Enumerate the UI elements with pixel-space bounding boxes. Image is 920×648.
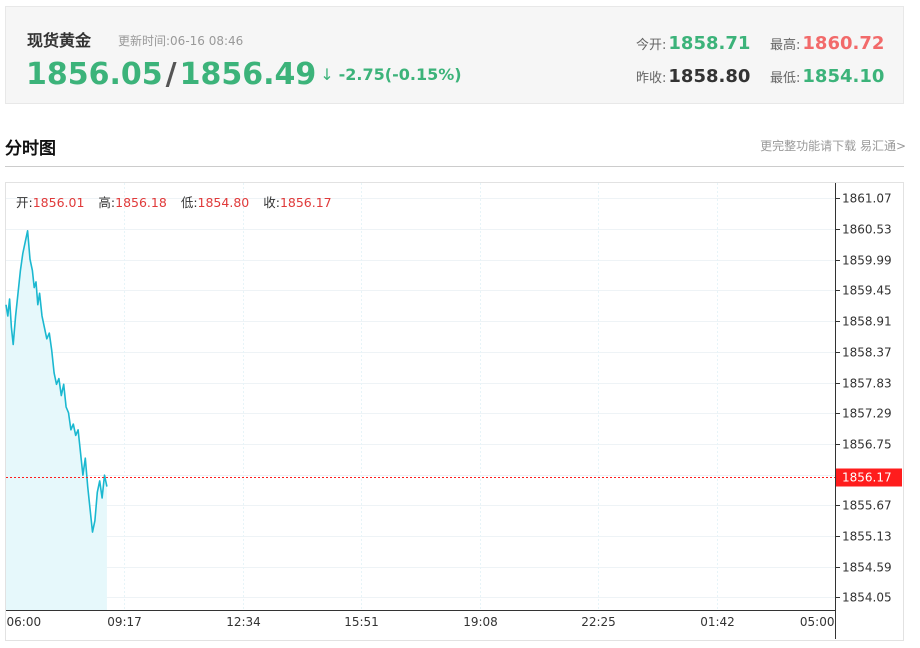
- y-tick-label: 1861.07: [842, 192, 892, 206]
- ask-price: 1856.49: [179, 57, 317, 92]
- update-time-value: 06-16 08:46: [170, 34, 244, 48]
- stat-low-value: 1854.10: [802, 66, 885, 87]
- y-tick-label: 1856.75: [842, 438, 892, 452]
- ohlc-low-value: 1854.80: [197, 195, 250, 210]
- ohlc-close-label: 收:: [263, 195, 280, 210]
- x-tick-label: 05:00: [800, 615, 835, 629]
- ohlc-open-label: 开:: [16, 195, 33, 210]
- quote-panel: 现货黄金 更新时间:06-16 08:46 1856.05/1856.49 ↓ -2…: [5, 6, 904, 104]
- y-tick-label: 1854.05: [842, 591, 892, 605]
- stat-low: 最低: 1854.10: [770, 66, 884, 87]
- x-tick-label: 12:34: [226, 615, 261, 629]
- ohlc-high-label: 高:: [98, 195, 116, 210]
- current-price-label: 1856.17: [842, 471, 892, 485]
- y-tick-label: 1859.45: [842, 284, 892, 298]
- stat-open: 今开: 1858.71: [636, 33, 750, 54]
- y-tick-label: 1855.67: [842, 499, 892, 513]
- stat-open-label: 今开:: [636, 38, 667, 53]
- intraday-chart[interactable]: 1861.07 1860.53 1859.99 1859.45 1858.91 1858.…: [5, 182, 904, 642]
- price-row: 1856.05/1856.49 ↓ -2.75(-0.15%): [26, 57, 462, 92]
- arrow-down-icon: ↓: [320, 65, 334, 84]
- y-tick-label: 1858.37: [842, 346, 892, 360]
- stat-prev-close: 昨收: 1858.80: [636, 66, 750, 87]
- stat-high-label: 最高:: [770, 38, 801, 53]
- section-title: 分时图: [5, 139, 56, 159]
- x-tick-label: 15:51: [344, 615, 379, 629]
- update-time-label: 更新时间:: [118, 34, 171, 48]
- download-app-link[interactable]: 更完整功能请下载 易汇通>: [760, 137, 906, 154]
- stat-high: 最高: 1860.72: [770, 33, 884, 54]
- price-area: [6, 230, 107, 611]
- ohlc-readout: 开:1856.01 高:1856.18 低:1854.80 收:1856.17: [16, 192, 342, 211]
- y-tick-label: 1855.13: [842, 530, 892, 544]
- ohlc-close-value: 1856.17: [279, 195, 332, 210]
- y-tick-label: 1858.91: [842, 315, 892, 329]
- instrument-name: 现货黄金: [27, 31, 92, 50]
- stat-low-label: 最低:: [770, 71, 801, 86]
- y-tick-label: 1859.99: [842, 254, 892, 268]
- x-tick-label: 06:00: [7, 615, 42, 629]
- y-tick-label: 1857.83: [842, 377, 892, 391]
- stat-high-value: 1860.72: [802, 33, 885, 54]
- price-separator: /: [165, 57, 177, 92]
- stat-prev-close-value: 1858.80: [668, 66, 751, 87]
- ohlc-open-value: 1856.01: [32, 195, 85, 210]
- ohlc-high-value: 1856.18: [115, 195, 167, 210]
- update-time: 更新时间:06-16 08:46: [118, 32, 243, 49]
- y-tick-label: 1860.53: [842, 223, 892, 237]
- y-tick-label: 1857.29: [842, 407, 892, 421]
- stat-open-value: 1858.71: [668, 33, 751, 54]
- price-change: -2.75(-0.15%): [338, 65, 462, 84]
- y-tick-label: 1854.59: [842, 561, 892, 575]
- stat-prev-close-label: 昨收:: [636, 71, 667, 86]
- ohlc-low-label: 低:: [180, 195, 198, 210]
- chart-svg[interactable]: 1861.07 1860.53 1859.99 1859.45 1858.91 1858.…: [5, 182, 904, 642]
- section-divider: [5, 166, 904, 167]
- x-tick-label: 01:42: [700, 615, 735, 629]
- x-tick-label: 22:25: [581, 615, 616, 629]
- bid-price: 1856.05: [26, 57, 163, 92]
- chart-frame: [5, 182, 904, 641]
- x-tick-label: 09:17: [107, 615, 142, 629]
- x-tick-label: 19:08: [463, 615, 498, 629]
